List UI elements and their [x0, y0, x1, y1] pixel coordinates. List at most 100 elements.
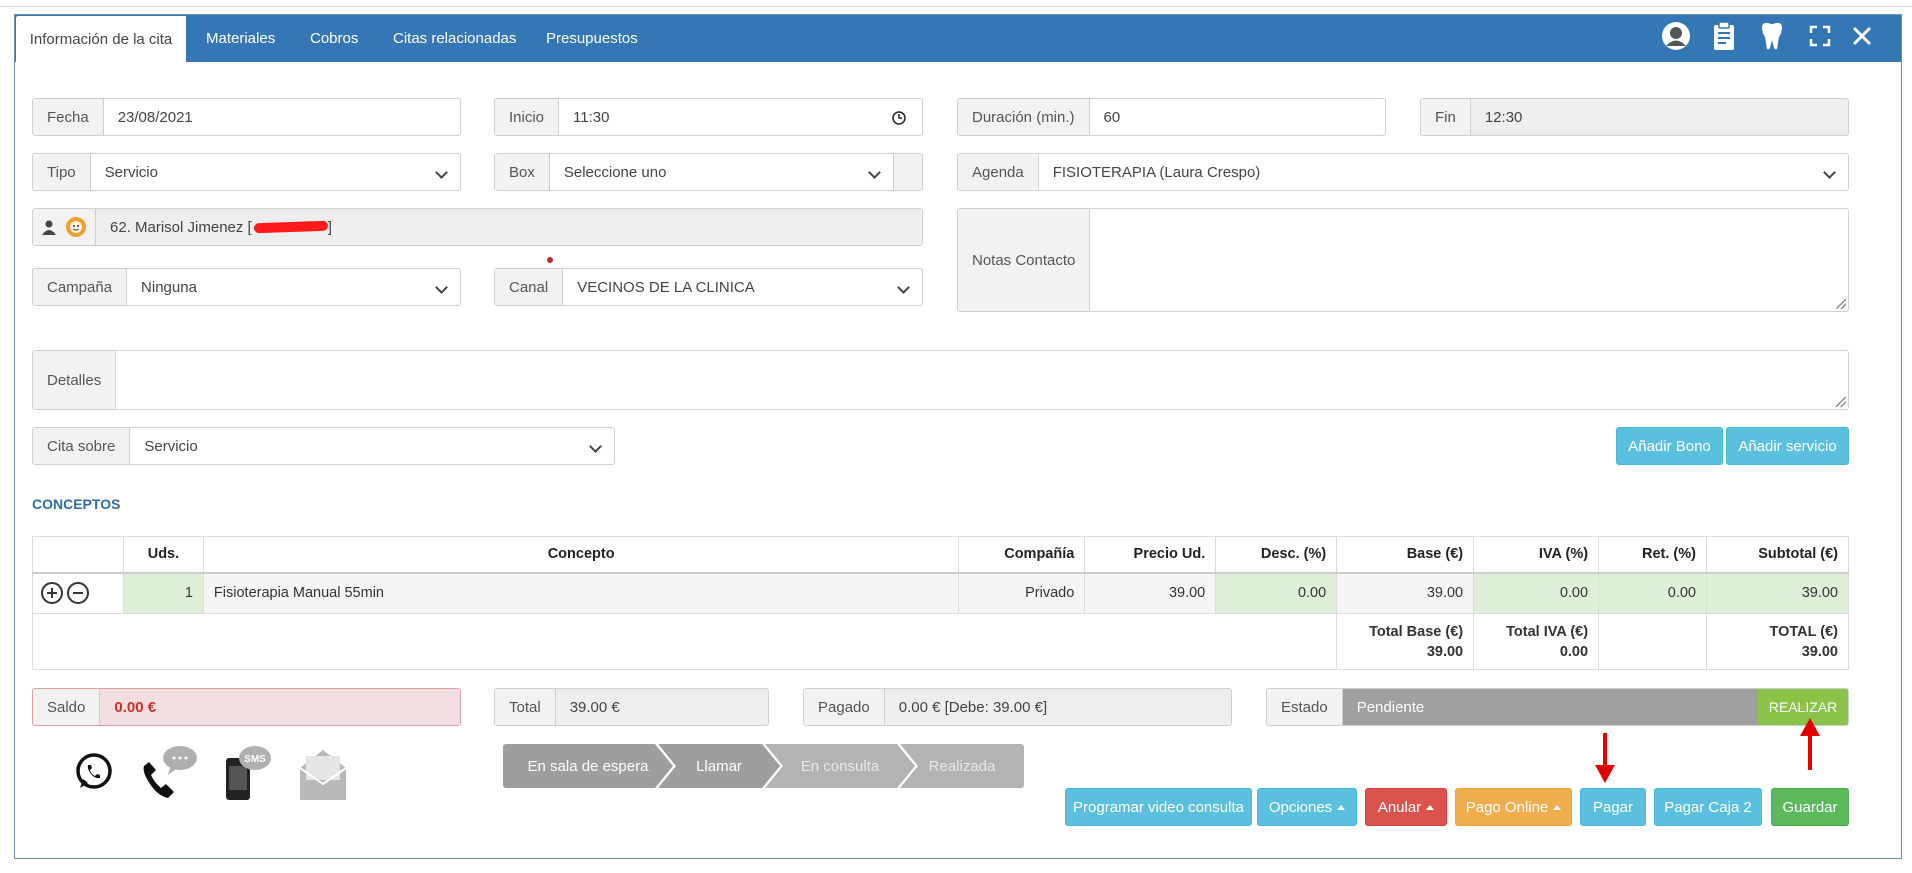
- total-group: Total 39.00 €: [494, 688, 769, 726]
- close-icon[interactable]: [1844, 18, 1880, 54]
- step-sala-espera[interactable]: En sala de espera: [503, 744, 673, 788]
- table-row: 1 Fisioterapia Manual 55min Privado 39.0…: [32, 572, 1850, 614]
- anadir-bono-button[interactable]: Añadir Bono: [1616, 427, 1723, 465]
- pago-online-label: Pago Online: [1465, 798, 1549, 816]
- col-precio: Precio Ud.: [1084, 536, 1217, 573]
- step-en-consulta[interactable]: En consulta: [765, 744, 915, 788]
- fin-label: Fin: [1421, 99, 1471, 135]
- paciente-group: 62. Marisol Jimenez [ ]: [32, 208, 923, 246]
- expand-icon[interactable]: [1802, 18, 1838, 54]
- tab-cobros[interactable]: Cobros: [310, 15, 358, 62]
- campana-value: Ninguna: [141, 278, 197, 296]
- conceptos-title: CONCEPTOS: [32, 496, 121, 512]
- top-border: [0, 6, 1912, 7]
- cell-desc[interactable]: 0.00: [1215, 572, 1338, 614]
- user-icon[interactable]: [1658, 18, 1694, 54]
- row-actions: [32, 572, 124, 614]
- pagar-button[interactable]: Pagar: [1580, 788, 1646, 826]
- redaction-mark: [253, 220, 328, 234]
- tipo-label: Tipo: [33, 154, 91, 190]
- chevron-down-icon: [1823, 166, 1836, 179]
- resize-handle[interactable]: [1836, 299, 1846, 309]
- chevron-down-icon: [868, 166, 881, 179]
- tab-materiales[interactable]: Materiales: [206, 15, 275, 62]
- chevron-down-icon: [589, 440, 602, 453]
- notas-label: Notas Contacto: [958, 209, 1091, 311]
- tipo-select[interactable]: Servicio: [91, 154, 460, 190]
- col-base: Base (€): [1336, 536, 1475, 573]
- tipo-value: Servicio: [104, 163, 158, 181]
- agenda-group: Agenda FISIOTERAPIA (Laura Crespo): [957, 153, 1849, 191]
- sms-icon[interactable]: SMS: [222, 744, 272, 806]
- paciente-icons: [33, 209, 96, 245]
- estado-label: Estado: [1267, 689, 1343, 725]
- total-iva-cell: Total IVA (€) 0.00: [1473, 613, 1600, 670]
- total-label: TOTAL (€): [1769, 623, 1838, 640]
- cell-subtotal: 39.00: [1705, 572, 1850, 614]
- programar-video-button[interactable]: Programar video consulta: [1065, 788, 1252, 826]
- detalles-textarea[interactable]: [116, 351, 1848, 409]
- totals-row: Total Base (€) 39.00 Total IVA (€) 0.00 TO…: [31, 613, 1850, 670]
- email-icon[interactable]: [296, 742, 350, 806]
- person-icon: [42, 220, 56, 235]
- total-value-box: 39.00 €: [555, 689, 768, 725]
- anular-label: Anular: [1377, 798, 1422, 816]
- paciente-input[interactable]: 62. Marisol Jimenez [ ]: [96, 209, 922, 245]
- fecha-input[interactable]: 23/08/2021: [104, 99, 460, 135]
- step-realizada[interactable]: Realizada: [900, 744, 1024, 788]
- notas-textarea[interactable]: [1090, 209, 1848, 311]
- clipboard-icon[interactable]: [1706, 18, 1742, 54]
- cell-concepto: Fisioterapia Manual 55min: [202, 572, 960, 614]
- clock-icon[interactable]: [892, 111, 906, 125]
- campana-select[interactable]: Ninguna: [127, 269, 460, 305]
- table-header-row: Uds. Concepto Compañía Precio Ud. Desc. …: [32, 536, 1850, 573]
- whatsapp-icon[interactable]: [74, 752, 114, 796]
- step-llamar[interactable]: Llamar: [658, 744, 780, 788]
- annotation-arrow-up: [1800, 718, 1820, 770]
- cell-ret[interactable]: 0.00: [1598, 572, 1707, 614]
- canal-label: Canal: [495, 269, 564, 305]
- caret-up-icon: [1337, 804, 1346, 810]
- duracion-input[interactable]: 60: [1090, 99, 1385, 135]
- agenda-label: Agenda: [958, 154, 1039, 190]
- tab-informacion[interactable]: Información de la cita: [16, 16, 186, 62]
- detalles-group: Detalles: [32, 350, 1849, 410]
- col-uds: Uds.: [122, 536, 204, 573]
- face-icon[interactable]: [65, 216, 87, 238]
- duracion-group: Duración (min.) 60: [957, 98, 1386, 136]
- campana-group: Campaña Ninguna: [32, 268, 461, 306]
- cell-uds[interactable]: 1: [122, 572, 204, 614]
- anadir-servicio-button[interactable]: Añadir servicio: [1726, 427, 1849, 465]
- col-subtotal: Subtotal (€): [1705, 536, 1850, 573]
- resize-handle[interactable]: [1836, 397, 1846, 407]
- inicio-group: Inicio 11:30: [494, 98, 923, 136]
- tab-citas-relacionadas[interactable]: Citas relacionadas: [393, 15, 516, 62]
- col-desc: Desc. (%): [1215, 536, 1338, 573]
- guardar-button[interactable]: Guardar: [1771, 788, 1849, 826]
- tab-presupuestos[interactable]: Presupuestos: [546, 15, 638, 62]
- tipo-group: Tipo Servicio: [32, 153, 461, 191]
- canal-select[interactable]: VECINOS DE LA CLINICA: [563, 269, 922, 305]
- chevron-down-icon: [435, 166, 448, 179]
- agenda-select[interactable]: FISIOTERAPIA (Laura Crespo): [1039, 154, 1848, 190]
- fin-group: Fin 12:30: [1420, 98, 1849, 136]
- phone-chat-icon[interactable]: [140, 742, 200, 806]
- pago-online-button[interactable]: Pago Online: [1455, 788, 1572, 826]
- remove-row-icon[interactable]: [67, 582, 89, 605]
- caret-up-icon: [1426, 804, 1435, 810]
- inicio-input[interactable]: 11:30: [559, 99, 922, 135]
- box-select[interactable]: Seleccione uno: [550, 154, 894, 190]
- total-cell: TOTAL (€) 39.00: [1705, 613, 1850, 670]
- total-base-cell: Total Base (€) 39.00: [1336, 613, 1475, 670]
- chevron-down-icon: [897, 281, 910, 294]
- add-row-icon[interactable]: [41, 582, 63, 605]
- tooth-icon[interactable]: [1754, 18, 1790, 54]
- opciones-button[interactable]: Opciones: [1257, 788, 1357, 826]
- col-actions: [32, 536, 124, 573]
- anular-button[interactable]: Anular: [1365, 788, 1447, 826]
- pagar-caja2-button[interactable]: Pagar Caja 2: [1654, 788, 1762, 826]
- col-compania: Compañía: [958, 536, 1086, 573]
- canal-value: VECINOS DE LA CLINICA: [577, 278, 755, 296]
- cell-iva[interactable]: 0.00: [1473, 572, 1600, 614]
- cita-sobre-select[interactable]: Servicio: [130, 428, 614, 464]
